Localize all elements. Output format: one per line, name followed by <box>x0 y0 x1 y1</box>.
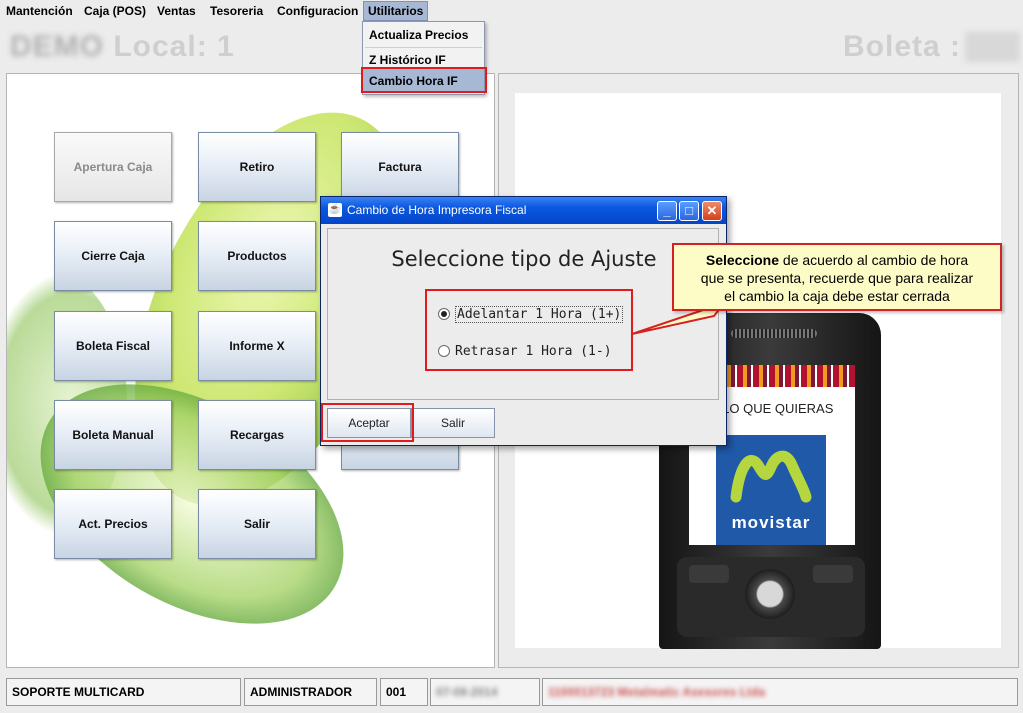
status-license-blurred: 1100013723 Metalmatic Asesores Ltda <box>542 678 1018 706</box>
blurred-text: 1100013723 Metalmatic Asesores Ltda <box>548 685 766 699</box>
utilitarios-dropdown: Actualiza Precios Z Histórico IF Cambio … <box>362 21 485 95</box>
apertura-caja-button[interactable]: Apertura Caja <box>54 132 172 202</box>
radio-on-icon[interactable] <box>438 307 450 320</box>
minimize-icon[interactable]: _ <box>657 201 677 221</box>
radio-adelantar[interactable]: Adelantar 1 Hora (1+) <box>438 304 624 326</box>
status-terminal: 001 <box>380 678 428 706</box>
movistar-logo: movistar <box>716 435 826 545</box>
aceptar-button[interactable]: Aceptar <box>327 408 411 438</box>
callout-line-1: Seleccione de acuerdo al cambio de hora <box>674 251 1000 269</box>
callout-line-1-text: de acuerdo al cambio de hora <box>779 252 969 268</box>
movistar-m-icon <box>730 450 812 503</box>
productos-button[interactable]: Productos <box>198 221 316 291</box>
cierre-caja-button[interactable]: Cierre Caja <box>54 221 172 291</box>
callout-line-3: el cambio la caja debe estar cerrada <box>724 288 950 304</box>
callout-line-2: que se presenta, recuerde que para reali… <box>700 270 974 286</box>
radio-adelantar-label: Adelantar 1 Hora (1+) <box>455 306 624 323</box>
factura-button[interactable]: Factura <box>341 132 459 202</box>
menu-mantencion[interactable]: Mantención <box>2 2 77 20</box>
local-prefix-blurred: DEMO <box>10 30 104 63</box>
salir-button[interactable]: Salir <box>198 489 316 559</box>
boleta-fiscal-button[interactable]: Boleta Fiscal <box>54 311 172 381</box>
radio-off-icon[interactable] <box>438 344 450 357</box>
recargas-button[interactable]: Recargas <box>198 400 316 470</box>
menu-item-cambio-hora-if[interactable]: Cambio Hora IF <box>363 69 484 93</box>
boleta-number-blurred <box>965 32 1020 62</box>
radio-retrasar-label: Retrasar 1 Hora (1-) <box>455 344 612 359</box>
java-icon: ☕ <box>328 203 342 217</box>
menubar: Mantención Caja (POS) Ventas Tesoreria C… <box>0 0 1023 22</box>
maximize-icon[interactable]: □ <box>679 201 699 221</box>
dialog-content: Seleccione tipo de Ajuste Adelantar 1 Ho… <box>327 228 719 400</box>
radio-retrasar[interactable]: Retrasar 1 Hora (1-) <box>438 341 612 363</box>
boleta-manual-button[interactable]: Boleta Manual <box>54 400 172 470</box>
callout-bold: Seleccione <box>705 252 780 268</box>
dialog-title: Cambio de Hora Impresora Fiscal <box>347 203 527 217</box>
menu-item-actualiza-precios[interactable]: Actualiza Precios <box>363 23 484 47</box>
act-precios-button[interactable]: Act. Precios <box>54 489 172 559</box>
close-icon[interactable]: ✕ <box>702 201 722 221</box>
menu-caja-pos[interactable]: Caja (POS) <box>80 2 150 20</box>
informe-x-button[interactable]: Informe X <box>198 311 316 381</box>
movistar-word: movistar <box>731 513 811 532</box>
local-label: Local: <box>113 30 208 63</box>
phone-speaker <box>731 329 817 338</box>
dialog-heading: Seleccione tipo de Ajuste <box>391 247 657 271</box>
menu-utilitarios[interactable]: Utilitarios <box>363 1 429 21</box>
retiro-button[interactable]: Retiro <box>198 132 316 202</box>
boleta-display: Boleta : <box>843 30 961 64</box>
local-display: DEMO Local: 1 <box>10 30 235 64</box>
status-user: ADMINISTRADOR <box>244 678 377 706</box>
menu-configuracion[interactable]: Configuracion <box>273 2 362 20</box>
local-value: 1 <box>217 30 235 63</box>
menu-tesoreria[interactable]: Tesoreria <box>206 2 267 20</box>
dialog-titlebar[interactable]: ☕ Cambio de Hora Impresora Fiscal _ □ ✕ <box>321 197 726 224</box>
blurred-text: 07-08-2014 <box>436 685 498 699</box>
phone-softkey <box>813 565 853 583</box>
dialog-salir-button[interactable]: Salir <box>411 408 495 438</box>
cambio-hora-dialog: ☕ Cambio de Hora Impresora Fiscal _ □ ✕ … <box>320 196 727 446</box>
status-bar: SOPORTE MULTICARD ADMINISTRADOR 001 07-0… <box>0 674 1023 713</box>
phone-softkey <box>689 565 729 583</box>
status-company: SOPORTE MULTICARD <box>6 678 241 706</box>
boleta-label: Boleta : <box>843 30 962 63</box>
menu-ventas[interactable]: Ventas <box>153 2 200 20</box>
help-callout: Seleccione de acuerdo al cambio de hora … <box>672 243 1002 311</box>
phone-keypad <box>677 557 865 637</box>
status-date-blurred: 07-08-2014 <box>430 678 540 706</box>
phone-dpad <box>745 569 795 619</box>
